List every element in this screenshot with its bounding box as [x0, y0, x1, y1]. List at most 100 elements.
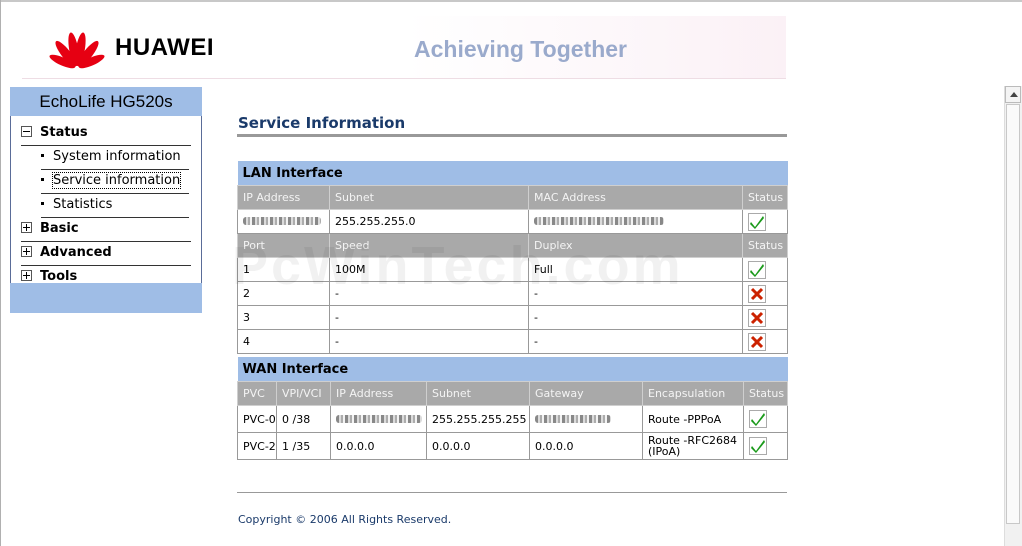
lan-section-title: LAN Interface [237, 161, 788, 186]
wan-ip-address: 0.0.0.0 [330, 432, 427, 460]
redacted-value [534, 217, 664, 225]
collapse-icon[interactable] [21, 126, 32, 137]
col-header: Status [742, 185, 788, 210]
col-header: Status [742, 381, 789, 406]
wan-subnet: 255.255.255.255 [426, 405, 530, 433]
col-header: PVC [237, 381, 277, 406]
port-status [742, 329, 788, 354]
wan-status [742, 432, 789, 460]
wan-interface-table: WAN Interface PVC VPI/VCI IP Address Sub… [237, 357, 789, 460]
sidebar: EchoLife HG520s Status System informatio… [10, 87, 202, 313]
port-number: 3 [237, 305, 330, 330]
port-number: 2 [237, 281, 330, 306]
redacted-value [243, 217, 321, 225]
bullet-icon [41, 202, 44, 205]
window-left-border [0, 0, 1, 546]
sidebar-subitem-label: System information [53, 149, 181, 164]
cross-icon [748, 333, 766, 351]
lan-subnet: 255.255.255.0 [329, 209, 529, 234]
lan-status [742, 209, 788, 234]
sidebar-item-label: Tools [40, 269, 78, 284]
redacted-value [336, 414, 422, 423]
sidebar-item-status[interactable]: Status [21, 122, 191, 146]
title-divider [237, 134, 787, 137]
sidebar-item-tools[interactable]: Tools [21, 266, 191, 289]
port-number: 4 [237, 329, 330, 354]
wan-pvc: PVC-2 [237, 432, 277, 460]
brand-name: HUAWEI [115, 34, 214, 61]
check-icon [748, 213, 766, 231]
lan-ip-address [237, 209, 330, 234]
port-status [742, 281, 788, 306]
table-row: PVC-2 1 /35 0.0.0.0 0.0.0.0 0.0.0.0 Rout… [237, 432, 789, 460]
sidebar-subitem-statistics[interactable]: Statistics [41, 194, 189, 218]
wan-vpivci: 1 /35 [276, 432, 331, 460]
cross-icon [748, 285, 766, 303]
copyright-text: Copyright © 2006 All Rights Reserved. [238, 513, 452, 526]
sidebar-subitem-service-information[interactable]: Service information [41, 170, 189, 194]
cross-icon [748, 309, 766, 327]
wan-pvc: PVC-0 [237, 405, 277, 433]
device-model-title: EchoLife HG520s [10, 87, 202, 116]
sidebar-menu: Status System information Service inform… [10, 116, 202, 284]
wan-vpivci: 0 /38 [276, 405, 331, 433]
wan-status [742, 405, 789, 433]
scroll-up-arrow-icon[interactable] [1005, 86, 1021, 103]
port-status [742, 257, 788, 282]
expand-icon[interactable] [21, 222, 32, 233]
col-header: Encapsulation [642, 381, 744, 406]
check-icon [749, 410, 767, 428]
vertical-scrollbar[interactable] [1004, 86, 1022, 546]
table-row: 2 - - [237, 281, 788, 306]
col-header: Gateway [529, 381, 643, 406]
col-header: MAC Address [528, 185, 743, 210]
port-duplex: - [528, 281, 743, 306]
page-header: HUAWEI Achieving Together [22, 16, 786, 79]
port-duplex: - [528, 329, 743, 354]
col-header: Duplex [528, 233, 743, 258]
sidebar-item-label: Status [40, 125, 88, 140]
sidebar-item-basic[interactable]: Basic [21, 218, 191, 242]
col-header: VPI/VCI [276, 381, 331, 406]
lan-mac-address [528, 209, 743, 234]
expand-icon[interactable] [21, 270, 32, 281]
huawei-logo-icon [49, 32, 105, 69]
expand-icon[interactable] [21, 246, 32, 257]
check-icon [748, 261, 766, 279]
port-duplex: - [528, 305, 743, 330]
sidebar-item-advanced[interactable]: Advanced [21, 242, 191, 266]
check-icon [749, 437, 767, 455]
col-header: Subnet [426, 381, 530, 406]
port-number: 1 [237, 257, 330, 282]
port-duplex: Full [528, 257, 743, 282]
table-row: PVC-0 0 /38 255.255.255.255 Route -PPPoA [237, 405, 789, 433]
port-speed: - [329, 329, 529, 354]
col-header: Status [742, 233, 788, 258]
port-speed: - [329, 305, 529, 330]
port-status [742, 305, 788, 330]
sidebar-subitem-label: Service information [51, 172, 182, 189]
wan-gateway: 0.0.0.0 [529, 432, 643, 460]
col-header: Subnet [329, 185, 529, 210]
sidebar-item-label: Basic [40, 221, 79, 236]
bullet-icon [41, 154, 44, 157]
scrollbar-thumb[interactable] [1006, 104, 1020, 524]
sidebar-subitem-system-information[interactable]: System information [41, 146, 189, 170]
redacted-value [535, 414, 611, 423]
port-speed: - [329, 281, 529, 306]
window-top-border [0, 0, 1022, 2]
table-row: 255.255.255.0 [237, 209, 788, 234]
table-row: 3 - - [237, 305, 788, 330]
col-header: IP Address [237, 185, 330, 210]
wan-encapsulation: Route -PPPoA [642, 405, 744, 433]
col-header: Speed [329, 233, 529, 258]
wan-encapsulation: Route -RFC2684 (IPoA) [642, 432, 744, 460]
wan-section-title: WAN Interface [237, 357, 788, 382]
col-header: IP Address [330, 381, 427, 406]
wan-gateway [529, 405, 643, 433]
tagline: Achieving Together [414, 36, 627, 62]
wan-ip-address [330, 405, 427, 433]
table-row: 1 100M Full [237, 257, 788, 282]
col-header: Port [237, 233, 330, 258]
page-title: Service Information [238, 114, 406, 132]
